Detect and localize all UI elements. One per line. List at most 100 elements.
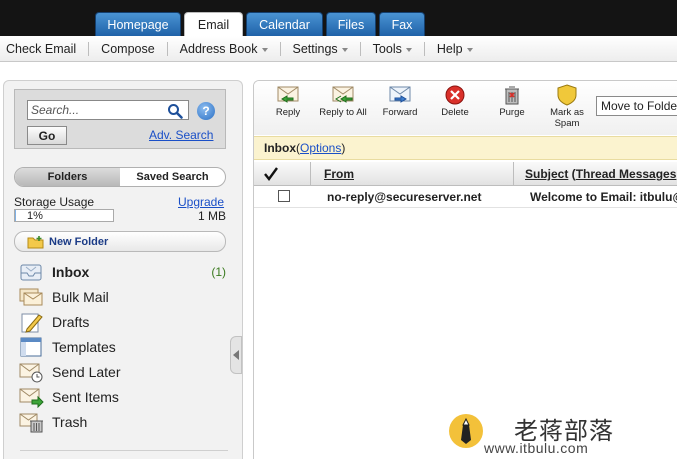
folder-name: Sent Items — [52, 388, 119, 405]
forward-label: Forward — [382, 107, 418, 118]
reply-label: Reply — [275, 107, 301, 118]
forward-icon — [389, 86, 411, 103]
address-book-label: Address Book — [179, 41, 258, 56]
message-from[interactable]: no-reply@secureserver.net — [327, 190, 481, 204]
row-checkbox[interactable] — [278, 190, 290, 202]
folder-name: Trash — [52, 413, 88, 430]
folder-trash[interactable]: Trash — [18, 409, 228, 434]
table-row[interactable]: no-reply@secureserver.net Welcome to Ema… — [254, 186, 677, 208]
mark-spam-label: Mark as Spam — [550, 107, 584, 129]
subject-header-paren: ( — [568, 167, 576, 181]
help-icon[interactable]: ? — [197, 102, 215, 120]
trash-icon — [19, 413, 43, 432]
folder-send-later[interactable]: Send Later — [18, 359, 228, 384]
folder-inbox[interactable]: Inbox (1) — [18, 259, 228, 284]
sent-items-icon — [19, 388, 44, 408]
chevron-down-icon — [261, 47, 268, 52]
tab-calendar[interactable]: Calendar — [246, 12, 323, 36]
menu-separator — [279, 41, 281, 56]
folder-list: Inbox (1) Bulk Mail Drafts Templates Sen… — [18, 259, 228, 434]
help-label: Help — [436, 41, 463, 56]
checkmark-icon[interactable] — [264, 167, 278, 181]
forward-button[interactable]: Forward — [370, 84, 430, 118]
search-icon[interactable] — [167, 103, 183, 119]
purge-button[interactable]: Purge — [482, 84, 542, 118]
inbox-icon — [20, 264, 42, 280]
reply-icon — [277, 86, 299, 103]
bulk-mail-icon — [19, 288, 43, 305]
folder-name: Send Later — [52, 363, 121, 380]
address-book-menu[interactable]: Address Book — [174, 36, 274, 61]
options-link[interactable]: Options — [300, 141, 341, 155]
storage-bar: 1% — [14, 209, 114, 222]
left-panel: ? Go Adv. Search Folders Saved Search St… — [3, 80, 243, 459]
chevron-down-icon — [405, 47, 412, 52]
shield-icon — [557, 84, 577, 106]
delete-button[interactable]: Delete — [425, 84, 485, 118]
send-later-icon — [19, 363, 43, 382]
new-folder-button[interactable]: New Folder — [14, 231, 226, 252]
folder-sent-items[interactable]: Sent Items — [18, 384, 228, 409]
subject-column-header[interactable]: Subject (Thread Messages — [525, 167, 676, 181]
check-email-menu[interactable]: Check Email — [0, 36, 82, 61]
top-bar: Homepage Email Calendar Files Fax — [0, 0, 677, 36]
message-panel: Reply Reply to All Forward Delete Purge … — [253, 80, 677, 459]
upgrade-link[interactable]: Upgrade — [178, 195, 224, 209]
subject-header-label[interactable]: Subject — [525, 167, 568, 181]
compose-label: Compose — [101, 41, 155, 56]
chevron-left-icon — [233, 350, 239, 360]
tools-menu[interactable]: Tools — [367, 36, 418, 61]
column-divider — [310, 162, 311, 186]
help-menu[interactable]: Help — [431, 36, 479, 61]
compose-menu[interactable]: Compose — [95, 36, 161, 61]
drafts-icon — [21, 313, 43, 333]
watermark-url: www.itbulu.com — [484, 440, 589, 456]
menu-separator — [423, 41, 425, 56]
tab-saved-search[interactable]: Saved Search — [120, 168, 225, 186]
adv-search-link[interactable]: Adv. Search — [149, 128, 213, 142]
tab-fax[interactable]: Fax — [379, 12, 425, 36]
tools-label: Tools — [372, 41, 402, 56]
new-folder-icon — [27, 235, 44, 248]
reply-button[interactable]: Reply — [258, 84, 318, 118]
tab-email[interactable]: Email — [184, 12, 243, 36]
settings-label: Settings — [292, 41, 338, 56]
folder-templates[interactable]: Templates — [18, 334, 228, 359]
menu-bar: Check Email Compose Address Book Setting… — [0, 36, 677, 62]
column-divider — [513, 162, 514, 186]
storage-usage-label: Storage Usage — [14, 195, 95, 209]
reply-all-button[interactable]: Reply to All — [313, 84, 373, 118]
move-to-folder-select[interactable]: Move to Folder — [596, 96, 677, 116]
menu-separator — [166, 41, 168, 56]
folder-name: Drafts — [52, 313, 90, 330]
settings-menu[interactable]: Settings — [287, 36, 354, 61]
thread-messages-link[interactable]: Thread Messages — [576, 167, 677, 181]
check-email-label: Check Email — [6, 41, 77, 56]
storage-bar-fill — [15, 210, 16, 221]
folder-drafts[interactable]: Drafts — [18, 309, 228, 334]
pencil-logo-icon — [449, 414, 483, 448]
folder-name: Templates — [52, 338, 116, 355]
purge-label: Purge — [499, 107, 525, 118]
message-toolbar: Reply Reply to All Forward Delete Purge … — [254, 81, 677, 135]
folder-tabs: Folders Saved Search — [14, 167, 226, 187]
collapse-panel-handle[interactable] — [230, 336, 242, 374]
delete-icon — [445, 85, 465, 105]
message-subject[interactable]: Welcome to Email: itbulu@ — [530, 190, 677, 204]
go-button[interactable]: Go — [27, 126, 67, 145]
divider — [20, 450, 228, 451]
mark-spam-button[interactable]: Mark as Spam — [537, 84, 597, 129]
menu-separator — [359, 41, 361, 56]
search-input[interactable] — [27, 100, 189, 120]
tab-folders[interactable]: Folders — [15, 168, 120, 186]
new-folder-label: New Folder — [49, 235, 109, 248]
tab-files[interactable]: Files — [326, 12, 376, 36]
delete-label: Delete — [441, 107, 469, 118]
reply-all-label: Reply to All — [319, 107, 367, 118]
folder-bulk-mail[interactable]: Bulk Mail — [18, 284, 228, 309]
inbox-bar: Inbox ( Options ) — [254, 136, 677, 160]
folder-name: Inbox — [52, 263, 90, 280]
purge-icon — [505, 86, 519, 105]
from-column-header[interactable]: From — [324, 167, 354, 181]
tab-homepage[interactable]: Homepage — [95, 12, 181, 36]
